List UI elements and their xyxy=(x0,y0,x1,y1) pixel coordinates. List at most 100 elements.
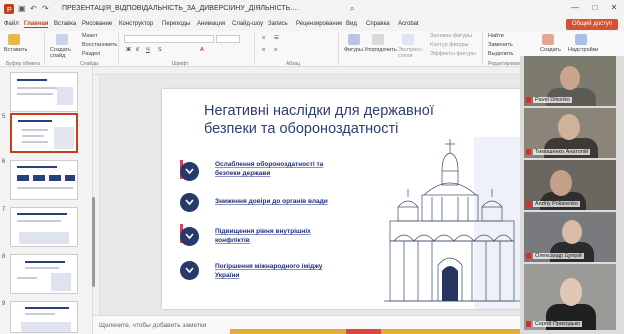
tab-design[interactable]: Конструктор xyxy=(119,21,153,27)
shape-fill-button[interactable]: Заливка фигуры xyxy=(430,33,472,39)
save-icon[interactable]: ▣ xyxy=(18,4,26,13)
new-slide-button[interactable]: Создать слайд xyxy=(50,47,74,59)
slide-number: 5 xyxy=(2,114,6,120)
express-styles-icon[interactable] xyxy=(402,34,414,45)
participant-tile[interactable]: Pavel Dikonko xyxy=(524,56,616,106)
create-icon[interactable] xyxy=(542,34,554,45)
minimize-button[interactable]: — xyxy=(566,3,584,12)
tab-insert[interactable]: Вставка xyxy=(54,21,76,27)
share-button[interactable]: Общий доступ xyxy=(566,19,618,30)
tab-record[interactable]: Запись xyxy=(268,21,288,27)
participant-tile[interactable]: Andriy Poliarenko xyxy=(524,160,616,210)
tab-slideshow[interactable]: Слайд-шоу xyxy=(232,21,263,27)
participant-tile[interactable]: Сергій Приходько xyxy=(524,264,616,330)
participant-tile[interactable]: Олександр Цупрій xyxy=(524,212,616,262)
svg-text:P: P xyxy=(7,7,12,14)
shape-outline-button[interactable]: Контур фигуры xyxy=(430,42,468,48)
consequence-item[interactable]: Зниження довіри до органів влади xyxy=(215,197,355,206)
create-button[interactable]: Создать xyxy=(540,47,561,53)
slide-title[interactable]: Негативні наслідки для державної безпеки… xyxy=(204,102,434,138)
font-size-dropdown[interactable] xyxy=(216,35,240,43)
slide-thumbnail-pane: 5 6 7 8 9 xyxy=(0,67,95,334)
select-button[interactable]: Выделить xyxy=(488,51,513,57)
slide-thumbnail[interactable] xyxy=(10,160,78,200)
tab-view[interactable]: Вид xyxy=(346,21,357,27)
consequence-item[interactable]: Ослаблення обороноздатності та безпеки д… xyxy=(215,160,345,178)
consequence-item[interactable]: Погіршення міжнародного іміджу України xyxy=(215,262,335,280)
tab-acrobat[interactable]: Acrobat xyxy=(398,21,419,27)
font-name-dropdown[interactable] xyxy=(124,35,214,43)
tab-draw[interactable]: Рисование xyxy=(82,21,112,27)
mic-muted-icon xyxy=(526,321,531,327)
strikethrough-icon[interactable]: S xyxy=(158,47,162,53)
slide-number: 9 xyxy=(2,301,6,307)
slide-number: 6 xyxy=(2,159,6,165)
chevron-down-icon xyxy=(180,261,199,280)
powerpoint-logo-icon: P xyxy=(4,4,14,16)
find-button[interactable]: Найти xyxy=(488,33,504,39)
mic-muted-icon xyxy=(526,149,531,155)
arrange-button[interactable]: Упорядочить xyxy=(364,47,397,53)
shapes-icon[interactable] xyxy=(348,34,360,45)
tab-file[interactable]: Файл xyxy=(4,21,19,27)
close-button[interactable]: ✕ xyxy=(605,3,623,12)
taskbar-strip xyxy=(230,329,520,334)
replace-button[interactable]: Заменить xyxy=(488,42,513,48)
notes-placeholder[interactable]: Щелкните, чтобы добавить заметки xyxy=(99,322,206,329)
redo-icon[interactable]: ↷ xyxy=(42,4,49,13)
font-color-icon[interactable]: A xyxy=(200,47,204,53)
bold-icon[interactable]: Ж xyxy=(126,47,131,53)
align-center-icon[interactable]: ≡ xyxy=(274,47,277,53)
tab-help[interactable]: Справка xyxy=(366,21,390,27)
title-bar: P ▣ ↶ ↷ ПРЕЗЕНТАЦІЯ_ВІДПОВІДАЛЬНІСТЬ_ЗА_… xyxy=(0,0,624,19)
tab-home[interactable]: Главная xyxy=(24,21,49,28)
slide-thumbnail-selected[interactable] xyxy=(10,113,78,153)
slide-thumbnail[interactable] xyxy=(10,301,78,333)
addins-button[interactable]: Надстройки xyxy=(568,47,598,53)
cathedral-illustration xyxy=(384,137,522,309)
current-slide[interactable]: Негативні наслідки для державної безпеки… xyxy=(162,89,522,309)
thumbnail-scrollbar[interactable] xyxy=(92,197,95,287)
ribbon-tabs: Файл Главная Вставка Рисование Конструкт… xyxy=(0,19,624,31)
slide-number: 7 xyxy=(2,207,6,213)
video-call-panel: Pavel Dikonko Тимошенко Анатолій Andriy … xyxy=(520,56,624,334)
paste-button[interactable]: Вставить xyxy=(4,47,27,53)
tab-review[interactable]: Рецензирование xyxy=(296,21,342,27)
undo-icon[interactable]: ↶ xyxy=(30,4,37,13)
reset-button[interactable]: Восстановить xyxy=(82,42,117,48)
paste-icon[interactable] xyxy=(8,34,20,45)
chevron-down-icon xyxy=(180,193,199,212)
search-icon[interactable]: ⌕ xyxy=(350,4,354,14)
tab-transitions[interactable]: Переходы xyxy=(162,21,190,27)
mic-muted-icon xyxy=(526,97,531,103)
underline-icon[interactable]: Ч xyxy=(146,47,150,53)
section-button[interactable]: Раздел xyxy=(82,51,100,57)
participant-tile[interactable]: Тимошенко Анатолій xyxy=(524,108,616,158)
slide-thumbnail[interactable] xyxy=(10,254,78,294)
participant-name: Pavel Dikonko xyxy=(533,97,573,103)
addins-icon[interactable] xyxy=(575,34,587,45)
participant-name: Олександр Цупрій xyxy=(533,253,584,259)
chevron-down-icon xyxy=(180,227,199,246)
align-left-icon[interactable]: ≡ xyxy=(262,47,265,53)
chevron-down-icon xyxy=(180,162,199,181)
slide-thumbnail[interactable] xyxy=(10,207,78,247)
slide-number: 8 xyxy=(2,254,6,260)
numbering-icon[interactable]: ☰ xyxy=(274,35,279,41)
window-title: ПРЕЗЕНТАЦІЯ_ВІДПОВІДАЛЬНІСТЬ_ЗА_ДИВЕРСІЙ… xyxy=(62,5,302,12)
bullets-icon[interactable]: ≡ xyxy=(262,35,265,41)
shape-effects-button[interactable]: Эффекты фигуры xyxy=(430,51,476,57)
layout-button[interactable]: Макет xyxy=(82,33,98,39)
tab-animations[interactable]: Анимация xyxy=(197,21,225,27)
new-slide-icon[interactable] xyxy=(56,34,68,45)
mic-muted-icon xyxy=(526,201,531,207)
arrange-icon[interactable] xyxy=(372,34,384,45)
italic-icon[interactable]: К xyxy=(136,47,139,53)
horizontal-ruler xyxy=(93,67,524,75)
express-styles-button[interactable]: Экспресс-стили xyxy=(398,47,424,59)
shapes-button[interactable]: Фигуры xyxy=(344,47,363,53)
maximize-button[interactable]: □ xyxy=(586,3,604,12)
slide-thumbnail[interactable] xyxy=(10,72,78,112)
consequence-item[interactable]: Підвищення рівня внутрішніх конфліктів xyxy=(215,227,315,245)
participant-name: Тимошенко Анатолій xyxy=(533,149,591,155)
